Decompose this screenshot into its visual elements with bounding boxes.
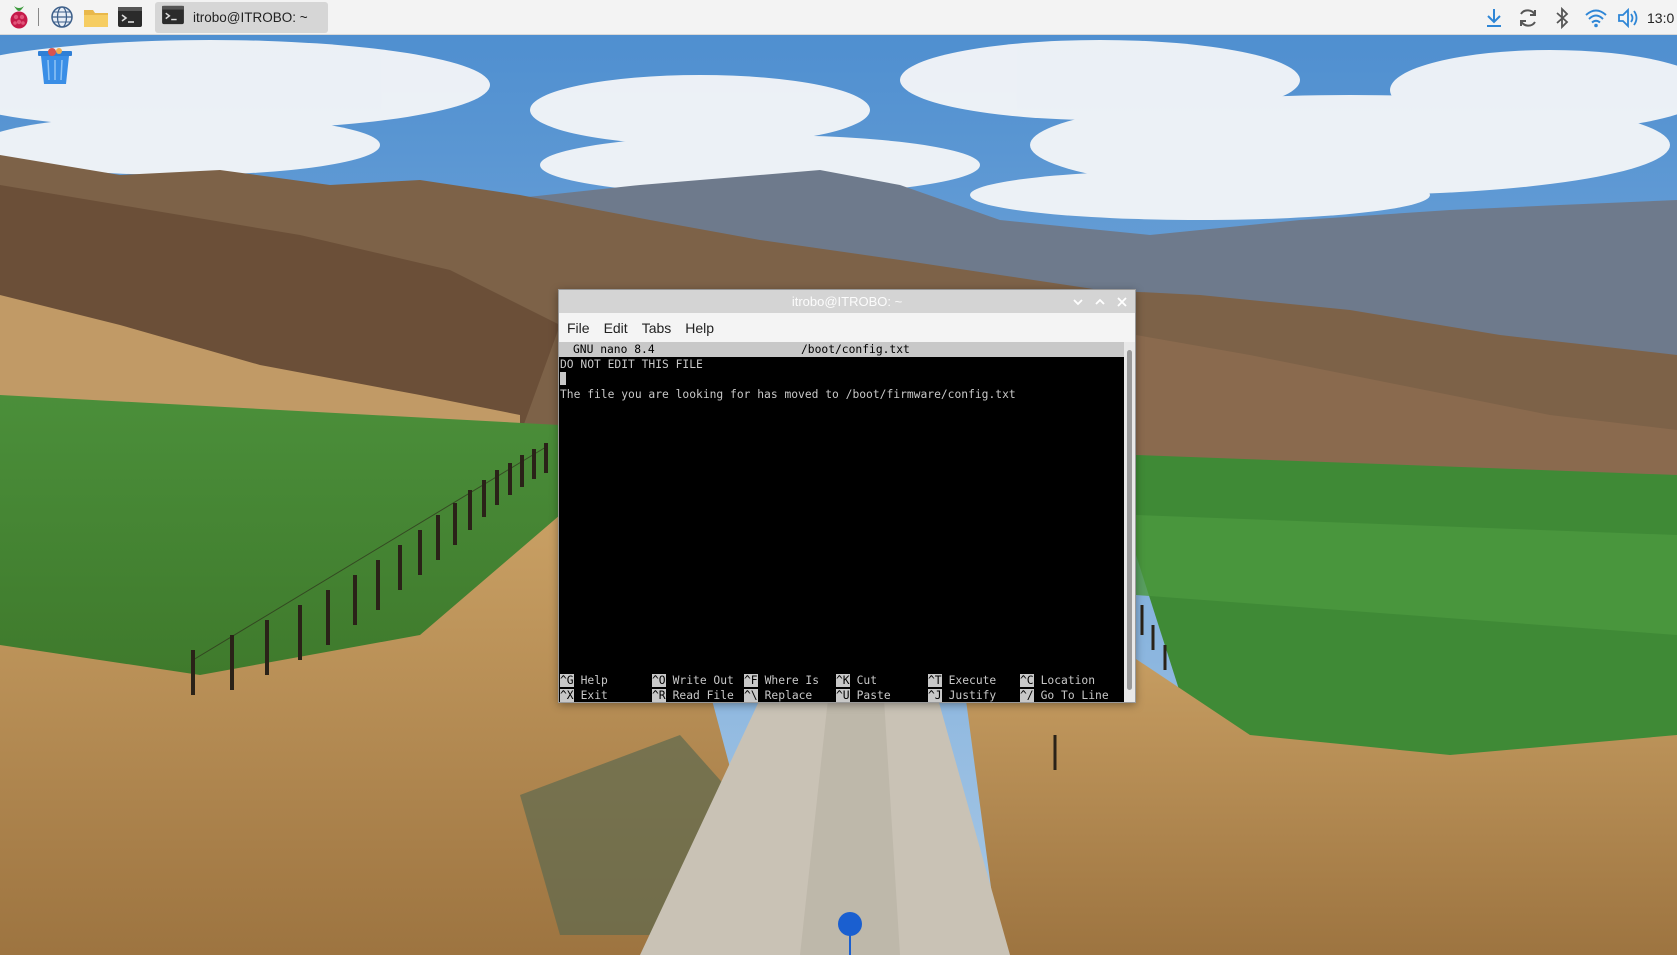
shortcut-label: Exit (580, 689, 608, 702)
shortcut-label: Go To Line (1040, 689, 1109, 702)
touch-pointer (838, 912, 862, 936)
shortcut-key: ^T (928, 674, 942, 687)
shortcut-help[interactable]: ^G Help (560, 673, 608, 688)
shortcut-label: Help (580, 674, 608, 687)
menu-tabs[interactable]: Tabs (642, 320, 672, 336)
shortcut-label: Write Out (672, 674, 734, 687)
shortcut-key: ^F (744, 674, 758, 687)
trash-icon[interactable] (36, 46, 74, 86)
shortcut-key: ^/ (1020, 689, 1034, 702)
nano-header: GNU nano 8.4 /boot/config.txt (559, 342, 1125, 357)
menu-edit[interactable]: Edit (604, 320, 628, 336)
volume-icon[interactable] (1613, 1, 1647, 35)
text-cursor (560, 372, 566, 385)
bluetooth-icon[interactable] (1545, 1, 1579, 35)
shortcut-key: ^G (560, 674, 574, 687)
web-browser-icon[interactable] (47, 2, 77, 32)
shortcut-label: Replace (764, 689, 813, 702)
shortcut-label: Execute (948, 674, 997, 687)
shortcut-key: ^O (652, 674, 666, 687)
shortcut-where-is[interactable]: ^F Where Is (744, 673, 819, 688)
shortcut-key: ^U (836, 689, 850, 702)
taskbar-task-label: itrobo@ITROBO: ~ (193, 9, 308, 25)
shortcut-location[interactable]: ^C Location (1020, 673, 1095, 688)
shortcut-label: Justify (948, 689, 997, 702)
sync-icon[interactable] (1511, 1, 1545, 35)
shortcut-label: Where Is (764, 674, 820, 687)
terminal-window[interactable]: itrobo@ITROBO: ~ File Edit Tabs Help GNU… (558, 289, 1136, 703)
shortcut-key: ^\ (744, 689, 758, 702)
shortcut-read-file[interactable]: ^R Read File (652, 688, 734, 703)
terminal-icon[interactable] (115, 2, 145, 32)
close-button[interactable] (1111, 290, 1133, 313)
window-titlebar[interactable]: itrobo@ITROBO: ~ (559, 290, 1135, 313)
minimize-button[interactable] (1067, 290, 1089, 313)
taskbar-separator (38, 8, 39, 26)
nano-version: GNU nano 8.4 (573, 343, 655, 356)
menu-help[interactable]: Help (685, 320, 714, 336)
system-tray: 13:0 (1477, 0, 1677, 35)
shortcut-replace[interactable]: ^\ Replace (744, 688, 812, 703)
file-line: The file you are looking for has moved t… (560, 388, 1016, 401)
taskbar: itrobo@ITROBO: ~ 13:0 (0, 0, 1677, 35)
nano-filename: /boot/config.txt (801, 343, 910, 356)
file-manager-icon[interactable] (81, 2, 111, 32)
shortcut-go-to-line[interactable]: ^/ Go To Line (1020, 688, 1109, 703)
download-icon[interactable] (1477, 1, 1511, 35)
shortcut-key: ^R (652, 689, 666, 702)
clock[interactable]: 13:0 (1647, 10, 1677, 26)
file-line: DO NOT EDIT THIS FILE (560, 358, 703, 371)
scrollbar-thumb[interactable] (1127, 350, 1132, 690)
shortcut-key: ^C (1020, 674, 1034, 687)
shortcut-exit[interactable]: ^X Exit (560, 688, 608, 703)
shortcut-label: Read File (672, 689, 734, 702)
terminal-scrollbar[interactable] (1124, 342, 1135, 702)
taskbar-task-terminal[interactable]: itrobo@ITROBO: ~ (155, 1, 328, 33)
touch-pointer-tail (849, 934, 851, 955)
shortcut-justify[interactable]: ^J Justify (928, 688, 996, 703)
shortcut-key: ^J (928, 689, 942, 702)
window-menubar: File Edit Tabs Help (559, 313, 1135, 342)
shortcut-write-out[interactable]: ^O Write Out (652, 673, 734, 688)
shortcut-paste[interactable]: ^U Paste (836, 688, 891, 703)
shortcut-label: Cut (856, 674, 878, 687)
maximize-button[interactable] (1089, 290, 1111, 313)
shortcut-label: Location (1040, 674, 1096, 687)
raspberry-menu-icon[interactable] (4, 2, 34, 32)
shortcut-execute[interactable]: ^T Execute (928, 673, 996, 688)
shortcut-cut[interactable]: ^K Cut (836, 673, 877, 688)
shortcut-key: ^X (560, 689, 574, 702)
nano-shortcuts: ^G Help ^O Write Out ^F Where Is ^K Cut ^T Ex… (559, 673, 1125, 703)
window-title: itrobo@ITROBO: ~ (791, 294, 903, 309)
terminal-icon (161, 5, 185, 29)
wifi-icon[interactable] (1579, 1, 1613, 35)
terminal-area[interactable]: GNU nano 8.4 /boot/config.txt DO NOT EDI… (559, 342, 1125, 702)
shortcut-key: ^K (836, 674, 850, 687)
menu-file[interactable]: File (567, 320, 590, 336)
shortcut-label: Paste (856, 689, 891, 702)
